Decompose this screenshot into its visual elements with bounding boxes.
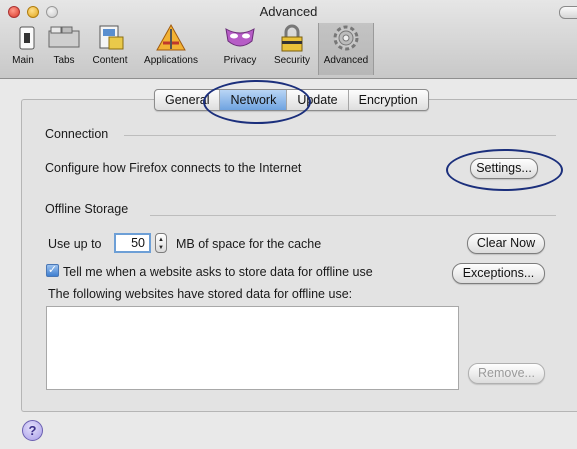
toolbar-toggle-button[interactable]	[559, 6, 577, 19]
cache-size-input[interactable]: 50	[114, 233, 151, 253]
stepper-down-icon: ▼	[158, 245, 164, 251]
preferences-window: Advanced Main Tabs Content Applications …	[0, 0, 577, 449]
toolbar-content[interactable]: Content	[86, 23, 134, 75]
content-icon	[93, 23, 127, 53]
toolbar-main[interactable]: Main	[10, 23, 36, 75]
settings-button[interactable]: Settings...	[470, 158, 538, 179]
privacy-mask-icon	[223, 23, 257, 53]
security-padlock-icon	[275, 23, 309, 53]
connection-divider	[124, 135, 556, 136]
help-button[interactable]: ?	[22, 420, 43, 441]
connection-header: Connection	[45, 127, 109, 141]
toolbar-tabs[interactable]: Tabs	[44, 23, 84, 75]
offline-storage-divider	[150, 215, 556, 216]
toolbar-security[interactable]: Security	[268, 23, 316, 75]
tabs-icon	[47, 23, 81, 53]
cache-size-stepper[interactable]: ▲ ▼	[155, 233, 167, 253]
title-bar: Advanced Main Tabs Content Applications …	[0, 0, 577, 79]
stored-sites-label: The following websites have stored data …	[48, 287, 353, 301]
stored-sites-list[interactable]	[46, 306, 459, 390]
connection-description: Configure how Firefox connects to the In…	[45, 161, 302, 175]
tab-encryption[interactable]: Encryption	[349, 90, 428, 110]
window-title: Advanced	[259, 4, 318, 19]
offline-storage-header: Offline Storage	[45, 202, 129, 216]
use-up-to-label: Use up to	[48, 237, 102, 251]
toolbar-privacy[interactable]: Privacy	[222, 23, 258, 75]
remove-button[interactable]: Remove...	[468, 363, 545, 384]
tab-general[interactable]: General	[155, 90, 221, 110]
tab-network[interactable]: Network	[220, 90, 288, 110]
exceptions-button[interactable]: Exceptions...	[452, 263, 545, 284]
tell-me-label: Tell me when a website asks to store dat…	[63, 265, 373, 279]
checkmark-icon: ✓	[47, 264, 58, 276]
stepper-up-icon: ▲	[158, 237, 164, 243]
applications-icon	[154, 23, 188, 53]
advanced-gear-icon	[329, 23, 363, 53]
cache-suffix-label: MB of space for the cache	[176, 237, 322, 251]
clear-now-button[interactable]: Clear Now	[467, 233, 545, 254]
main-switch-icon	[10, 23, 44, 53]
tab-bar: General Network Update Encryption	[154, 89, 429, 111]
tell-me-checkbox[interactable]: ✓	[46, 264, 59, 277]
tab-update[interactable]: Update	[287, 90, 349, 110]
toolbar-applications[interactable]: Applications	[140, 23, 202, 75]
toolbar-advanced[interactable]: Advanced	[318, 23, 374, 75]
